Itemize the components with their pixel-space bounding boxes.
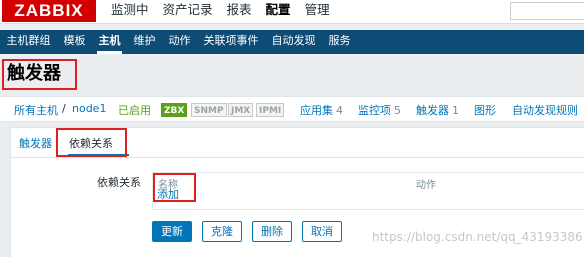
update-button[interactable]: 更新	[152, 221, 192, 242]
tab-highlight-box	[56, 128, 127, 157]
link-triggers-count: 1	[452, 104, 459, 117]
subnav-host-groups[interactable]: 主机群组	[0, 30, 57, 54]
zabbix-logo[interactable]: ZABBIX	[2, 0, 96, 22]
subnav-templates[interactable]: 模板	[57, 30, 92, 54]
link-applications-count: 4	[336, 104, 343, 117]
link-triggers-label: 触发器	[416, 104, 449, 117]
form-tabs: 触发器 依赖关系	[11, 128, 584, 158]
subnav-actions[interactable]: 动作	[162, 30, 197, 54]
breadcrumb: 所有主机 / node1 已启用 ZBX SNMP JMX IPMI 应用集 4 …	[0, 96, 584, 122]
menu-configuration[interactable]: 配置	[259, 0, 298, 22]
link-applications[interactable]: 应用集 4	[300, 102, 343, 118]
sub-nav: 主机群组 模板 主机 维护 动作 关联项事件 自动发现 服务	[0, 30, 584, 54]
top-bar: ZABBIX 监测中 资产记录 报表 配置 管理	[0, 0, 584, 24]
add-highlight-box	[153, 173, 196, 202]
cancel-button[interactable]: 取消	[302, 221, 342, 242]
watermark: https://blog.csdn.net/qq_43193386	[372, 230, 583, 244]
breadcrumb-separator: /	[62, 102, 66, 115]
badge-snmp: SNMP	[191, 103, 227, 117]
form-buttons: 更新 克隆 删除 取消	[152, 221, 352, 242]
link-items[interactable]: 监控项 5	[358, 102, 401, 118]
badge-jmx: JMX	[228, 103, 254, 117]
link-items-count: 5	[394, 104, 401, 117]
menu-reports[interactable]: 报表	[220, 0, 259, 22]
link-items-label: 监控项	[358, 104, 391, 117]
subnav-hosts[interactable]: 主机	[92, 30, 127, 54]
link-applications-label: 应用集	[300, 104, 333, 117]
tab-trigger[interactable]: 触发器	[19, 135, 52, 151]
badge-ipmi: IPMI	[256, 103, 285, 117]
link-graphs-label: 图形	[474, 104, 496, 117]
subnav-discovery[interactable]: 自动发现	[265, 30, 322, 54]
main-menu: 监测中 资产记录 报表 配置 管理	[104, 0, 337, 22]
menu-monitoring[interactable]: 监测中	[104, 0, 156, 22]
subnav-event-correlation[interactable]: 关联项事件	[197, 30, 265, 54]
clone-button[interactable]: 克隆	[202, 221, 242, 242]
column-action: 动作	[416, 180, 436, 191]
link-discovery-rules-label: 自动发现规则	[512, 104, 578, 117]
menu-inventory[interactable]: 资产记录	[156, 0, 220, 22]
dependencies-label: 依赖关系	[97, 176, 141, 189]
host-status-enabled[interactable]: 已启用	[118, 102, 151, 118]
dependencies-table: 名称 动作 添加	[152, 172, 584, 210]
delete-button[interactable]: 删除	[252, 221, 292, 242]
search-input[interactable]	[510, 2, 584, 20]
page-title: 触发器	[7, 63, 61, 84]
subnav-services[interactable]: 服务	[322, 30, 357, 54]
breadcrumb-all-hosts[interactable]: 所有主机	[14, 102, 58, 118]
link-discovery-rules[interactable]: 自动发现规则	[512, 102, 578, 118]
link-graphs[interactable]: 图形	[474, 102, 496, 118]
menu-administration[interactable]: 管理	[298, 0, 337, 22]
breadcrumb-host[interactable]: node1	[72, 102, 106, 115]
link-triggers[interactable]: 触发器 1	[416, 102, 459, 118]
badge-zbx: ZBX	[161, 103, 188, 117]
subnav-maintenance[interactable]: 维护	[127, 30, 162, 54]
